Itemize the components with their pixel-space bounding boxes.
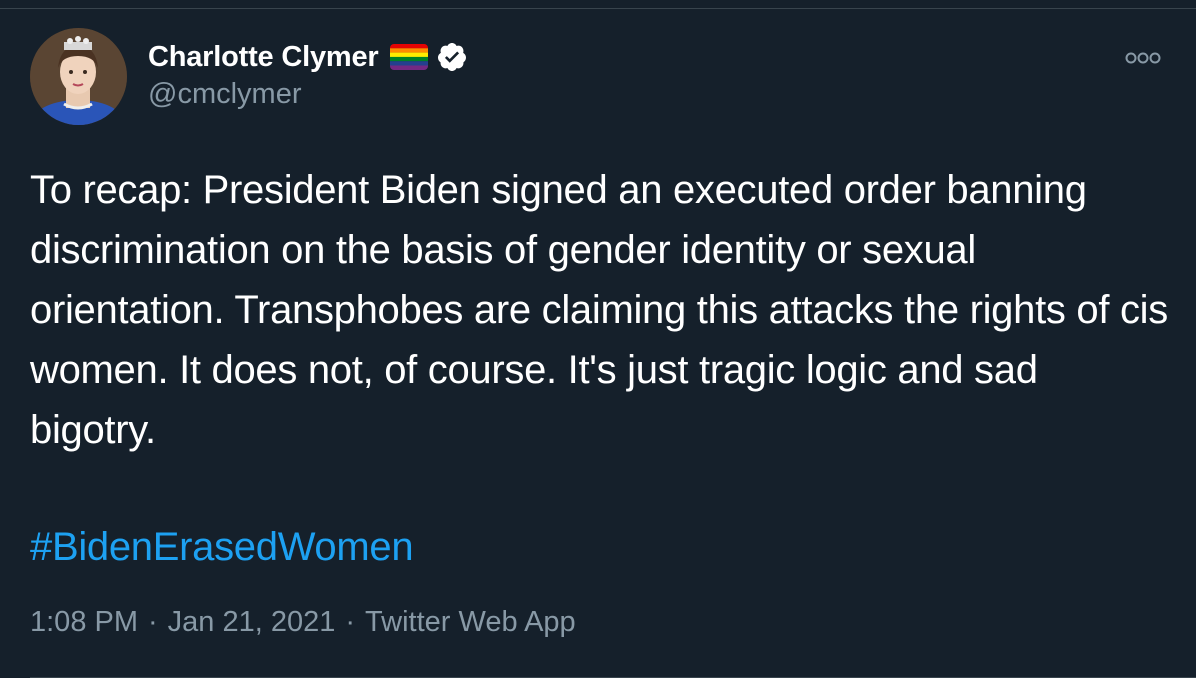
tweet-meta: 1:08 PM · Jan 21, 2021 · Twitter Web App: [30, 606, 576, 639]
top-divider: [0, 0, 1196, 9]
avatar[interactable]: [30, 28, 127, 125]
tweet-text: To recap: President Biden signed an exec…: [30, 168, 1168, 452]
meta-separator: ·: [148, 606, 158, 638]
meta-separator: ·: [345, 606, 356, 638]
hashtag-link[interactable]: #BidenErasedWomen: [30, 517, 414, 577]
more-options-icon[interactable]: [1122, 48, 1164, 68]
verified-badge-icon: [436, 41, 468, 73]
avatar-image: [30, 28, 127, 125]
author-display-name[interactable]: Charlotte Clymer: [148, 41, 379, 74]
rainbow-flag-icon: [390, 44, 429, 70]
author-row: Charlotte Clymer: [148, 38, 468, 76]
tweet-source[interactable]: Twitter Web App: [365, 606, 576, 639]
tweet-time[interactable]: 1:08 PM: [30, 606, 138, 639]
tweet-date[interactable]: Jan 21, 2021: [168, 606, 336, 639]
author-handle[interactable]: @cmclymer: [148, 78, 301, 111]
